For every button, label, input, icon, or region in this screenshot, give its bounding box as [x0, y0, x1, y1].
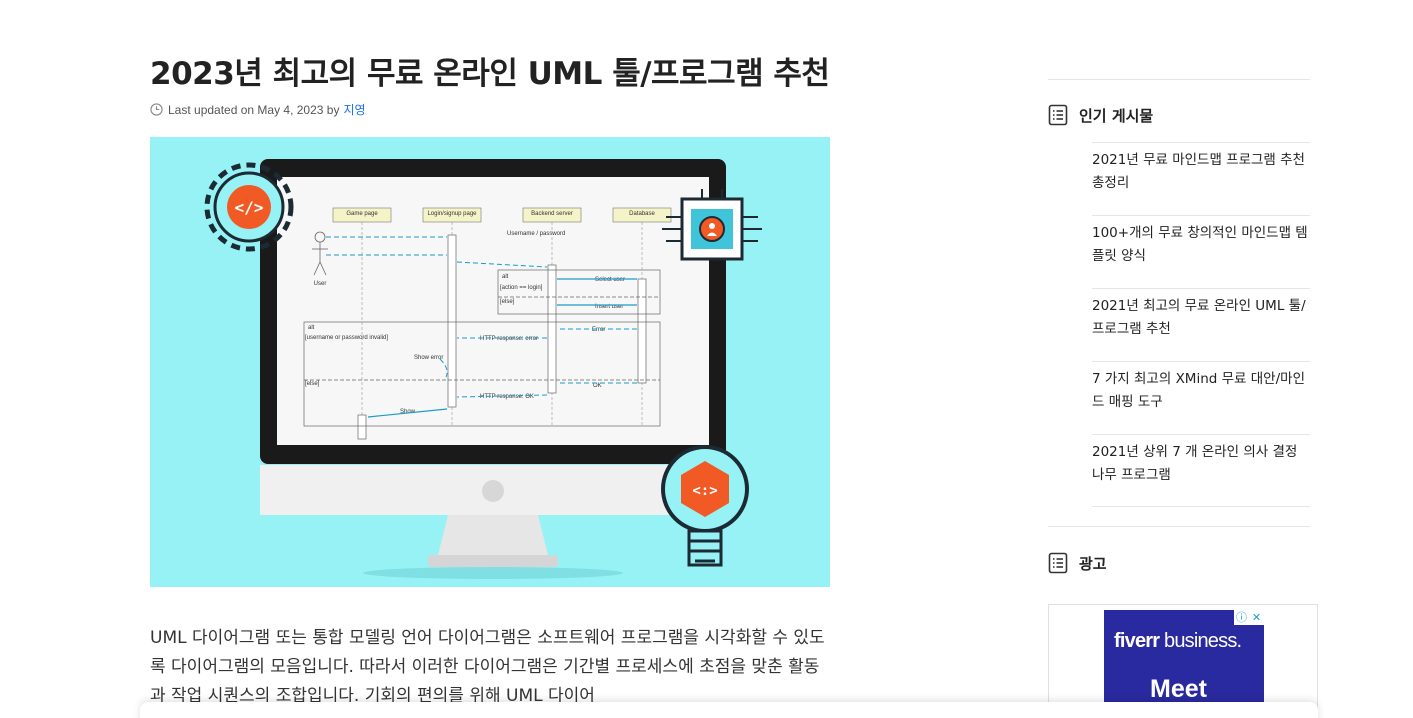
post-meta: Last updated on May 4, 2023 by 지영 — [150, 101, 366, 118]
lifeline-label-3: Database — [629, 211, 655, 217]
svg-text:<:>: <:> — [692, 483, 717, 499]
clock-icon — [150, 103, 163, 116]
svg-text:</>: </> — [235, 198, 264, 217]
popular-posts-heading: 인기 게시물 — [1048, 104, 1153, 126]
sequence-message: HTTP response: error — [480, 336, 538, 342]
lifeline-label-1: Login/signup page — [427, 211, 477, 217]
popular-post-link[interactable]: 100+개의 무료 창의적인 마인드맵 템플릿 양식 — [1092, 215, 1310, 288]
fragment-label: [username or password invalid] — [305, 335, 388, 341]
lifeline-label-2: Backend server — [531, 211, 573, 217]
page-title: 2023년 최고의 무료 온라인 UML 툴/프로그램 추천 — [150, 56, 830, 92]
sequence-message: OK — [593, 383, 602, 389]
author-link[interactable]: 지영 — [343, 101, 365, 118]
divider — [1048, 79, 1310, 80]
last-updated-text: Last updated on May 4, 2023 by — [168, 102, 340, 117]
popular-post-list: 2021년 무료 마인드맵 프로그램 추천 총정리 100+개의 무료 창의적인… — [1092, 142, 1310, 507]
ad-badges: ⓘ ✕ — [1234, 610, 1264, 625]
fragment-label: alt — [308, 325, 315, 331]
ad-brand: fiverr — [1114, 630, 1160, 652]
sequence-message: Username / password — [507, 231, 565, 237]
actor-label: User — [314, 281, 327, 287]
popular-post-link[interactable]: 2021년 최고의 무료 온라인 UML 툴/프로그램 추천 — [1092, 288, 1310, 361]
bottom-overlay-bar — [140, 702, 1318, 718]
list-icon — [1048, 104, 1068, 126]
lifeline-label-0: Game page — [346, 211, 378, 217]
sequence-message: Select user — [595, 277, 625, 283]
ad-container: ⓘ ✕ fiverr business. Meet — [1048, 604, 1318, 718]
ad-headline: Meet — [1150, 675, 1207, 703]
sequence-message: Show error — [414, 355, 443, 361]
sequence-message: HTTP response: OK — [480, 394, 534, 400]
fragment-label: [else] — [500, 299, 515, 305]
divider — [1048, 526, 1310, 527]
ad-close-icon[interactable]: ✕ — [1249, 610, 1264, 625]
article-paragraph: UML 다이어그램 또는 통합 모델링 언어 다이어그램은 소프트웨어 프로그램… — [150, 628, 825, 706]
ad-info-icon[interactable]: ⓘ — [1234, 610, 1249, 625]
ad-brand-logo: fiverr business. — [1114, 630, 1242, 653]
ad-heading: 광고 — [1048, 552, 1107, 574]
popular-post-link[interactable]: 7 가지 최고의 XMind 무료 대안/마인드 매핑 도구 — [1092, 361, 1310, 434]
ad-section-title: 광고 — [1079, 554, 1107, 573]
fragment-label: alt — [502, 274, 509, 280]
ad-brand-suffix: business. — [1159, 630, 1242, 652]
popular-post-link[interactable]: 2021년 무료 마인드맵 프로그램 추천 총정리 — [1092, 142, 1310, 215]
hero-image: Game page Login/signup page Backend serv… — [150, 137, 830, 587]
fragment-label: [else] — [305, 381, 320, 387]
popular-post-link[interactable]: 2021년 상위 7 개 온라인 의사 결정 나무 프로그램 — [1092, 434, 1310, 507]
sequence-message: Error — [592, 327, 605, 333]
list-icon — [1048, 552, 1068, 574]
popular-posts-title: 인기 게시물 — [1079, 106, 1154, 125]
fragment-label: [action == login] — [500, 285, 543, 291]
